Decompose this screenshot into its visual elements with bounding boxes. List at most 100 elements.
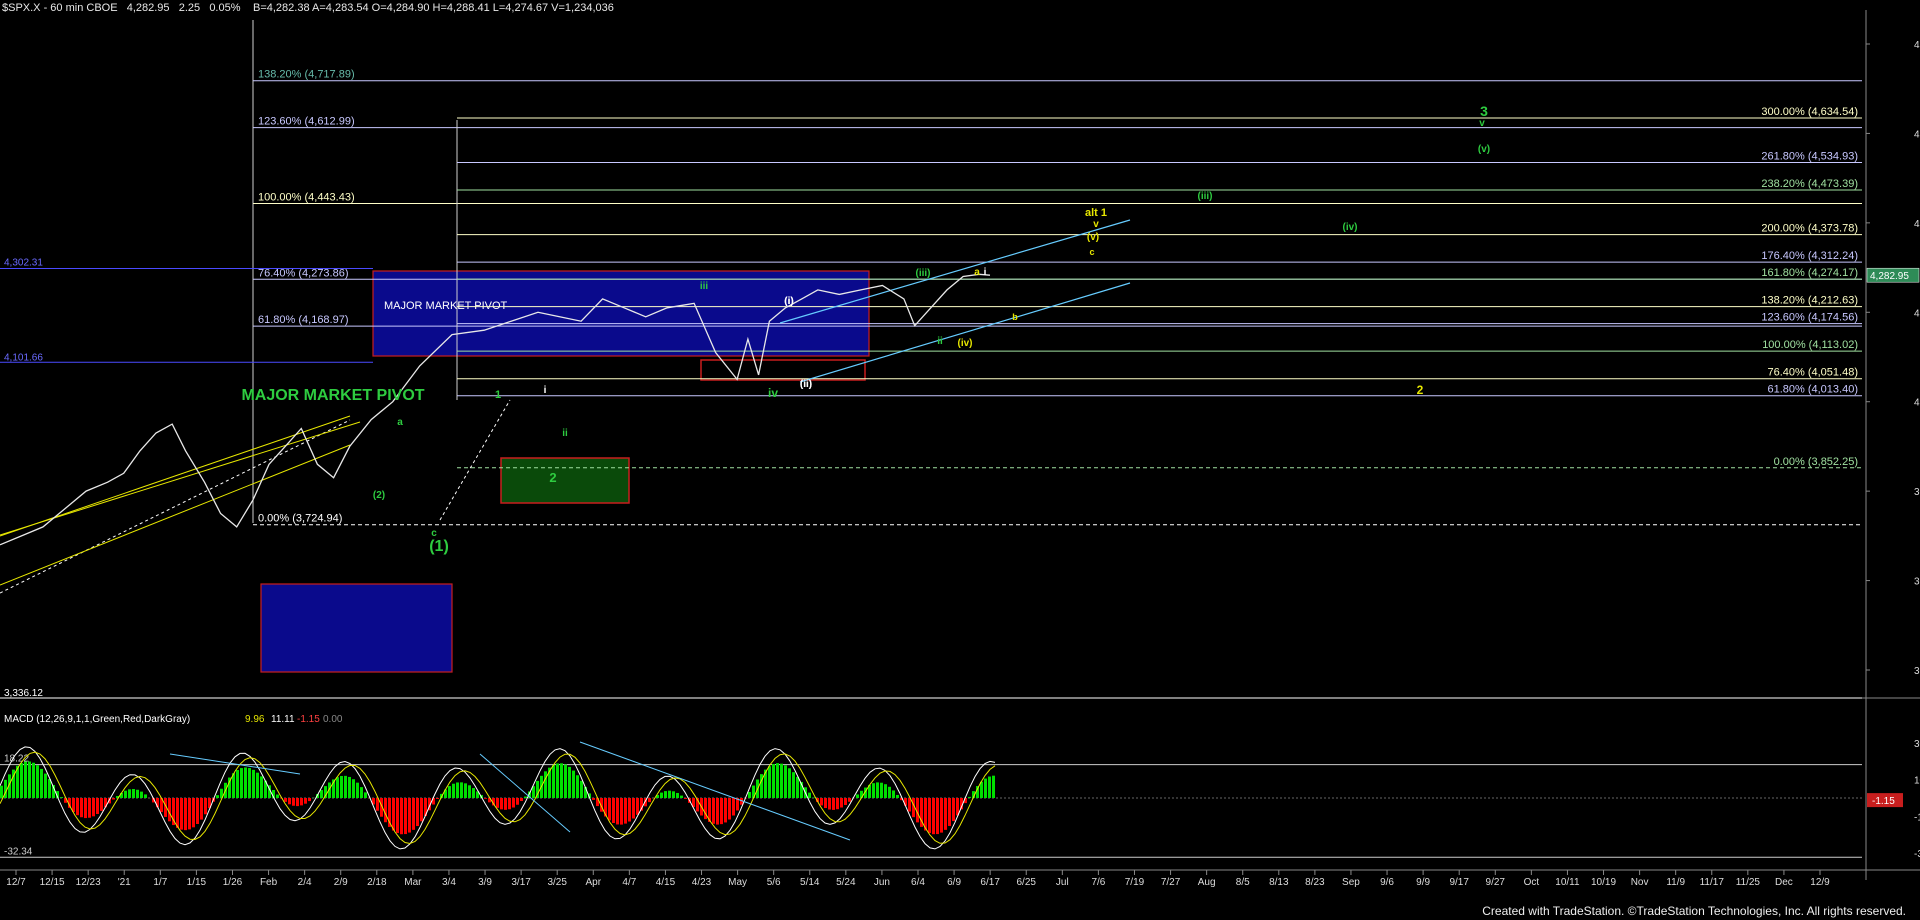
fib-label-right: 100.00% (4,113.02) <box>1762 339 1858 351</box>
macd-histogram-bar <box>420 798 423 822</box>
macd-level-label: -32.34 <box>4 846 33 857</box>
wave-label: iv <box>768 386 778 400</box>
y-tick-label: 3,400.00 <box>1914 666 1920 677</box>
macd-histogram-bar <box>552 764 555 798</box>
macd-tick-label: -10.00 <box>1914 812 1920 823</box>
macd-histogram-bar <box>840 798 843 808</box>
macd-histogram-bar <box>544 771 547 798</box>
x-tick-label: 5/24 <box>836 877 856 888</box>
macd-histogram-bar <box>100 798 103 811</box>
macd-histogram-bar <box>896 794 899 798</box>
y-tick-label: 4,400.00 <box>1914 219 1920 230</box>
macd-histogram-bar <box>24 761 27 798</box>
macd-histogram-bar <box>848 798 851 802</box>
wave-label: i <box>984 267 987 278</box>
macd-histogram-bar <box>844 798 847 805</box>
macd-histogram-bar <box>616 798 619 825</box>
macd-histogram-bar <box>344 775 347 798</box>
macd-histogram-bar <box>296 798 299 807</box>
x-tick-label: 8/5 <box>1236 877 1250 888</box>
x-tick-label: 7/27 <box>1161 877 1181 888</box>
macd-histogram-bar <box>240 768 243 798</box>
macd-histogram-bar <box>952 798 955 822</box>
wave-label: 2 <box>549 470 556 485</box>
x-tick-label: 6/9 <box>947 877 961 888</box>
x-tick-label: Nov <box>1631 877 1649 888</box>
macd-histogram-bar <box>784 765 787 798</box>
macd-histogram-bar <box>128 789 131 798</box>
macd-histogram-bar <box>776 763 779 798</box>
macd-histogram-bar <box>892 790 895 798</box>
macd-histogram-bar <box>44 773 47 798</box>
macd-histogram-bar <box>484 798 487 799</box>
macd-histogram-bar <box>636 798 639 815</box>
macd-histogram-bar <box>96 798 99 814</box>
wave-label: (2) <box>373 490 385 501</box>
macd-histogram-bar <box>524 796 527 798</box>
x-tick-label: 5/14 <box>800 877 820 888</box>
macd-histogram-bar <box>292 798 295 806</box>
macd-histogram-bar <box>412 798 415 830</box>
macd-histogram-bar <box>460 782 463 798</box>
macd-histogram-bar <box>348 776 351 798</box>
wave-label: ii <box>937 336 943 347</box>
macd-histogram-bar <box>112 798 115 800</box>
x-tick-label: 11/9 <box>1666 877 1685 888</box>
macd-histogram-bar <box>496 798 499 808</box>
macd-histogram-bar <box>724 798 727 823</box>
wave-label: 2 <box>1417 383 1424 397</box>
macd-histogram-bar <box>664 791 667 798</box>
x-tick-label: 2/4 <box>298 877 312 888</box>
macd-histogram-bar <box>48 779 51 798</box>
macd-histogram-bar <box>876 782 879 798</box>
macd-histogram-bar <box>608 798 611 821</box>
macd-histogram-bar <box>748 791 751 798</box>
macd-histogram-bar <box>792 772 795 798</box>
wave-label: c <box>431 528 437 539</box>
macd-histogram-bar <box>980 781 983 798</box>
x-tick-label: 10/11 <box>1555 877 1580 888</box>
macd-histogram-bar <box>92 798 95 817</box>
x-tick-label: 5/6 <box>767 877 781 888</box>
macd-current-text: -1.15 <box>1872 796 1895 807</box>
macd-histogram-bar <box>984 778 987 798</box>
wave-label: b <box>1012 312 1018 322</box>
macd-histogram-bar <box>188 798 191 830</box>
macd-histogram-bar <box>660 792 663 798</box>
y-tick-label: 4,800.00 <box>1914 40 1920 51</box>
fib-label-right: 261.80% (4,534.93) <box>1761 151 1858 163</box>
macd-histogram-bar <box>364 792 367 798</box>
pivot-label: MAJOR MARKET PIVOT <box>384 300 508 312</box>
macd-tick-label: -30.00 <box>1914 849 1920 860</box>
macd-histogram-bar <box>516 798 519 805</box>
green-target-box <box>500 457 630 504</box>
macd-histogram-bar <box>988 776 991 798</box>
macd-histogram-bar <box>720 798 723 825</box>
macd-histogram-bar <box>560 763 563 798</box>
macd-histogram-bar <box>436 798 439 799</box>
macd-histogram-bar <box>336 777 339 798</box>
macd-histogram-bar <box>796 776 799 798</box>
x-tick-label: Feb <box>260 877 278 888</box>
x-tick-label: 8/13 <box>1269 877 1289 888</box>
macd-histogram-bar <box>908 798 911 812</box>
macd-histogram-bar <box>356 782 359 798</box>
macd-histogram-bar <box>304 798 307 804</box>
macd-histogram-bar <box>392 798 395 831</box>
fib-label-left: 76.40% (4,273.86) <box>258 267 349 279</box>
macd-histogram-bar <box>216 795 219 798</box>
macd-histogram-bar <box>504 798 507 810</box>
wave-label: v <box>1093 219 1099 230</box>
price-chart[interactable]: MAJOR MARKET PIVOT 138.20% (4,717.89) 123.… <box>0 0 1920 920</box>
macd-histogram-bar <box>252 769 255 798</box>
y-tick-label: 3,600.00 <box>1914 577 1920 588</box>
fib-label-left: 0.00% (3,724.94) <box>258 513 342 525</box>
fib-label-left: 138.20% (4,717.89) <box>258 69 355 81</box>
x-tick-label: 9/17 <box>1449 877 1469 888</box>
macd-histogram-bar <box>632 798 635 819</box>
macd-histogram-bar <box>140 791 143 798</box>
macd-histogram-bar <box>468 785 471 798</box>
macd-histogram-bar <box>628 798 631 822</box>
wave-label: 1 <box>495 389 501 401</box>
fib-label-right: 200.00% (4,373.78) <box>1761 223 1858 235</box>
